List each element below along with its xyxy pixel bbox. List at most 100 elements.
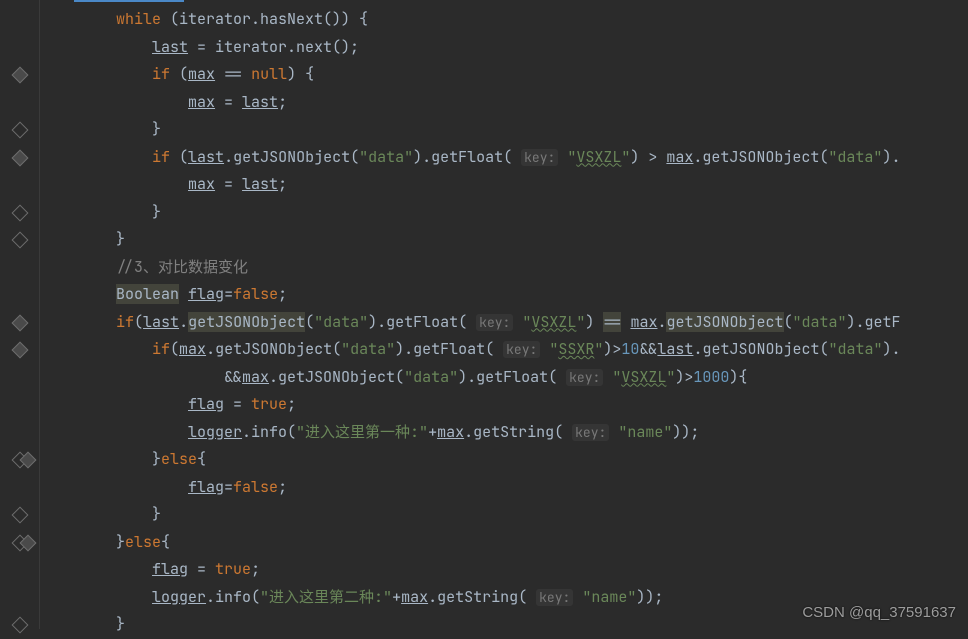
code-line[interactable]: flag = true; — [44, 391, 968, 419]
token: )); — [636, 587, 663, 607]
code-line[interactable]: } — [44, 226, 968, 254]
token: "data" — [828, 339, 882, 359]
token: .getJSONObject( — [269, 367, 404, 387]
fold-close-icon[interactable] — [12, 617, 29, 634]
indent — [44, 64, 152, 84]
inline-hint: key: — [572, 424, 609, 441]
token: ; — [278, 92, 287, 112]
fold-open-icon[interactable] — [12, 342, 29, 359]
token: max — [188, 174, 215, 194]
token: .getJSONObject( — [693, 339, 828, 359]
token: { — [161, 532, 170, 552]
token: "data" — [314, 312, 368, 332]
code-area[interactable]: while (iterator.hasNext()) { last = iter… — [40, 0, 968, 629]
code-line[interactable]: max = last; — [44, 89, 968, 117]
code-line[interactable]: }else{ — [44, 446, 968, 474]
token: (iterator.hasNext()) { — [161, 9, 368, 29]
token — [540, 339, 549, 359]
code-line[interactable]: last = iterator.next(); — [44, 34, 968, 62]
fold-close-icon[interactable] — [12, 122, 29, 139]
token: max — [630, 312, 657, 332]
indent — [44, 284, 116, 304]
token: last — [143, 312, 179, 332]
code-line[interactable]: if(last.getJSONObject("data").getFloat( … — [44, 309, 968, 337]
token: ) — [585, 312, 603, 332]
code-line[interactable]: while (iterator.hasNext()) { — [44, 6, 968, 34]
token: VSXZL — [621, 367, 666, 387]
token: else — [125, 532, 161, 552]
token: "data" — [793, 312, 847, 332]
inline-hint: key: — [536, 589, 573, 606]
token: == — [215, 64, 251, 84]
code-line[interactable]: //3、对比数据变化 — [44, 254, 968, 282]
token: .getJSONObject( — [693, 147, 828, 167]
code-line[interactable]: if (max == null) { — [44, 61, 968, 89]
token: flag — [188, 284, 224, 304]
token: ) > — [630, 147, 666, 167]
token: + — [428, 422, 437, 442]
token: } — [152, 202, 161, 222]
code-editor[interactable]: while (iterator.hasNext()) { last = iter… — [0, 0, 968, 629]
fold-close-icon[interactable] — [12, 232, 29, 249]
token: "data" — [828, 147, 882, 167]
token: //3、对比数据变化 — [116, 257, 248, 277]
token: } — [116, 532, 125, 552]
fold-open-icon[interactable] — [12, 149, 29, 166]
code-line[interactable]: } — [44, 116, 968, 144]
code-line[interactable]: } — [44, 501, 968, 529]
fold-open-icon[interactable] — [12, 314, 29, 331]
token: ; — [278, 284, 287, 304]
fold-close-icon[interactable] — [12, 507, 29, 524]
inline-hint: key: — [521, 149, 558, 166]
code-line[interactable]: Boolean flag=false; — [44, 281, 968, 309]
code-line[interactable]: } — [44, 199, 968, 227]
token: .getJSONObject( — [224, 147, 359, 167]
code-line[interactable]: if(max.getJSONObject("data").getFloat( k… — [44, 336, 968, 364]
gutter[interactable] — [0, 0, 40, 629]
indent — [44, 559, 152, 579]
code-line[interactable]: }else{ — [44, 529, 968, 557]
token: )); — [672, 422, 699, 442]
token: && — [639, 339, 657, 359]
token: && — [224, 367, 242, 387]
token: } — [152, 119, 161, 139]
indent — [44, 37, 152, 57]
indent — [44, 477, 188, 497]
token: ).getFloat( — [368, 312, 476, 332]
code-line[interactable]: flag=false; — [44, 474, 968, 502]
token: null — [251, 64, 287, 84]
fold-close-icon[interactable] — [12, 204, 29, 221]
token: last — [242, 174, 278, 194]
token: = — [224, 394, 251, 414]
token: getJSONObject — [188, 312, 305, 332]
token: if — [116, 312, 134, 332]
fold-open-icon[interactable] — [12, 67, 29, 84]
token — [573, 587, 582, 607]
inline-hint: key: — [503, 341, 540, 358]
token: max — [437, 422, 464, 442]
token: " — [612, 367, 621, 387]
token: last — [152, 37, 188, 57]
token: while — [116, 9, 161, 29]
indent — [44, 504, 152, 524]
token: last — [188, 147, 224, 167]
token — [513, 312, 522, 332]
code-line[interactable]: logger.info("进入这里第一种:"+max.getString( ke… — [44, 419, 968, 447]
token: == — [603, 312, 621, 332]
token: 1000 — [693, 367, 729, 387]
token: ( — [305, 312, 314, 332]
token: " — [549, 339, 558, 359]
token: "进入这里第一种:" — [296, 422, 428, 442]
code-line[interactable]: max = last; — [44, 171, 968, 199]
token: "name" — [582, 587, 636, 607]
token: = — [224, 284, 233, 304]
code-line[interactable]: flag = true; — [44, 556, 968, 584]
code-line[interactable]: &&max.getJSONObject("data").getFloat( ke… — [44, 364, 968, 392]
token: } — [116, 614, 125, 634]
code-line[interactable]: if (last.getJSONObject("data").getFloat(… — [44, 144, 968, 172]
token: ; — [278, 477, 287, 497]
token: + — [392, 587, 401, 607]
token: .getString( — [428, 587, 536, 607]
token — [179, 284, 188, 304]
indent — [44, 367, 224, 387]
